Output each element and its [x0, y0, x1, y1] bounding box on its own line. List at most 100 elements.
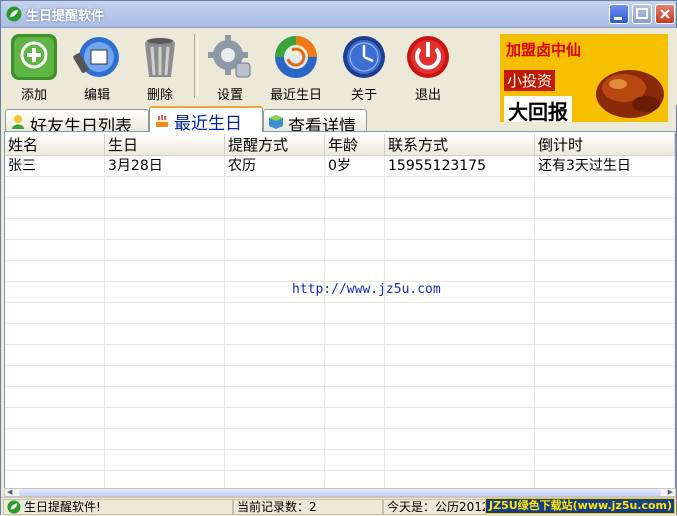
cell-birthday: [105, 303, 225, 324]
about-icon: [343, 36, 385, 78]
cell-contact: [385, 261, 535, 282]
maximize-button[interactable]: [632, 4, 652, 24]
cell-age: [325, 345, 385, 366]
cell-age: [325, 177, 385, 198]
cell-birthday: [105, 408, 225, 429]
cell-age: 0岁: [325, 156, 385, 177]
cell-reminder: [225, 366, 325, 387]
cell-reminder: [225, 219, 325, 240]
cell-birthday: [105, 429, 225, 450]
add-button[interactable]: 添加: [5, 31, 63, 103]
cell-countdown: [535, 219, 675, 240]
birthday-table[interactable]: 姓名 生日 提醒方式 年龄 联系方式 倒计时 张三 3月28日 农历 0岁 159551…: [4, 131, 676, 489]
exit-button[interactable]: 退出: [399, 31, 457, 103]
cell-reminder: [225, 471, 325, 488]
cell-name: [5, 471, 105, 488]
cell-birthday: 3月28日: [105, 156, 225, 177]
horizontal-scrollbar[interactable]: ◀ ▶: [4, 488, 676, 497]
recent-birthday-label: 最近生日: [269, 88, 322, 103]
cell-reminder: [225, 303, 325, 324]
cell-birthday: [105, 261, 225, 282]
cell-countdown: [535, 303, 675, 324]
cell-name: [5, 303, 105, 324]
cell-birthday: [105, 366, 225, 387]
cell-age: [325, 219, 385, 240]
cell-countdown: [535, 177, 675, 198]
cell-name: [5, 177, 105, 198]
exit-label: 退出: [414, 88, 441, 103]
download-site-text: JZ5U绿色下载站(www.jz5u.com): [489, 499, 673, 512]
tab-recent-birthdays[interactable]: 最近生日: [149, 106, 263, 134]
cell-name: [5, 408, 105, 429]
tab-view-details[interactable]: 查看详情: [263, 109, 367, 137]
edit-button[interactable]: 编辑: [68, 31, 126, 103]
cell-name: [5, 345, 105, 366]
tab-bar: 好友生日列表 最近生日 查看详情: [2, 106, 677, 137]
website-watermark: http://www.jz5u.com: [292, 282, 441, 297]
cell-contact: [385, 240, 535, 261]
cell-countdown: [535, 471, 675, 488]
scrollbar-thumb[interactable]: [19, 489, 661, 496]
app-window: 生日提醒软件 添加 编辑 删除 设置 最近生日 关于 退出 加盟卤中仙 小投资 …: [0, 0, 677, 516]
cell-name: [5, 324, 105, 345]
cell-birthday: [105, 198, 225, 219]
cell-age: [325, 366, 385, 387]
column-header-birthday[interactable]: 生日: [105, 134, 225, 156]
cell-name: [5, 219, 105, 240]
about-button[interactable]: 关于: [335, 31, 393, 103]
cell-contact: [385, 366, 535, 387]
settings-button[interactable]: 设置: [201, 31, 259, 103]
cell-contact: [385, 303, 535, 324]
maximize-icon: [636, 8, 648, 19]
cell-contact: [385, 177, 535, 198]
delete-icon: [145, 38, 175, 77]
scroll-right-icon[interactable]: ▶: [668, 489, 673, 496]
close-button[interactable]: [655, 4, 675, 24]
column-header-age[interactable]: 年龄: [325, 134, 385, 156]
cell-countdown: [535, 198, 675, 219]
delete-button[interactable]: 删除: [131, 31, 189, 103]
column-header-countdown[interactable]: 倒计时: [535, 134, 675, 156]
friend-icon: [12, 115, 24, 129]
cell-age: [325, 324, 385, 345]
tab-label: 最近生日: [174, 114, 242, 134]
cell-countdown: [535, 345, 675, 366]
status-today: 今天是：公历2012年: [383, 499, 487, 515]
cell-reminder: [225, 345, 325, 366]
cell-contact: [385, 429, 535, 450]
cell-reminder: [225, 387, 325, 408]
scroll-left-icon[interactable]: ◀: [7, 489, 12, 496]
cell-reminder: [225, 198, 325, 219]
tab-friend-birthday-list[interactable]: 好友生日列表: [5, 109, 149, 137]
column-header-name[interactable]: 姓名: [5, 134, 105, 156]
cell-countdown: [535, 282, 675, 303]
delete-label: 删除: [146, 88, 173, 103]
cell-age: [325, 240, 385, 261]
status-records: 当前记录数：2: [233, 499, 383, 515]
cell-age: [325, 408, 385, 429]
minimize-button[interactable]: [609, 4, 629, 24]
status-app-text: 生日提醒软件!: [24, 500, 101, 514]
recent-birthday-button[interactable]: 最近生日: [263, 31, 329, 103]
cell-reminder: 农历: [225, 156, 325, 177]
title-bar[interactable]: 生日提醒软件: [1, 1, 676, 28]
cell-name: [5, 198, 105, 219]
cell-countdown: [535, 261, 675, 282]
column-header-reminder[interactable]: 提醒方式: [225, 134, 325, 156]
column-header-contact[interactable]: 联系方式: [385, 134, 535, 156]
recent-birthday-icon: [275, 36, 317, 78]
cell-countdown: [535, 387, 675, 408]
cell-birthday: [105, 450, 225, 471]
window-title: 生日提醒软件: [26, 9, 105, 24]
ad-line-2: 小投资: [504, 70, 556, 91]
toolbar-separator: [194, 34, 198, 98]
cell-age: [325, 198, 385, 219]
cell-name: [5, 387, 105, 408]
close-icon: [660, 9, 670, 19]
cell-countdown: 还有3天过生日: [535, 156, 675, 177]
minimize-icon: [614, 17, 622, 20]
cell-name: [5, 429, 105, 450]
exit-icon: [407, 36, 449, 78]
app-leaf-icon: [6, 6, 22, 22]
add-icon: [11, 34, 57, 80]
